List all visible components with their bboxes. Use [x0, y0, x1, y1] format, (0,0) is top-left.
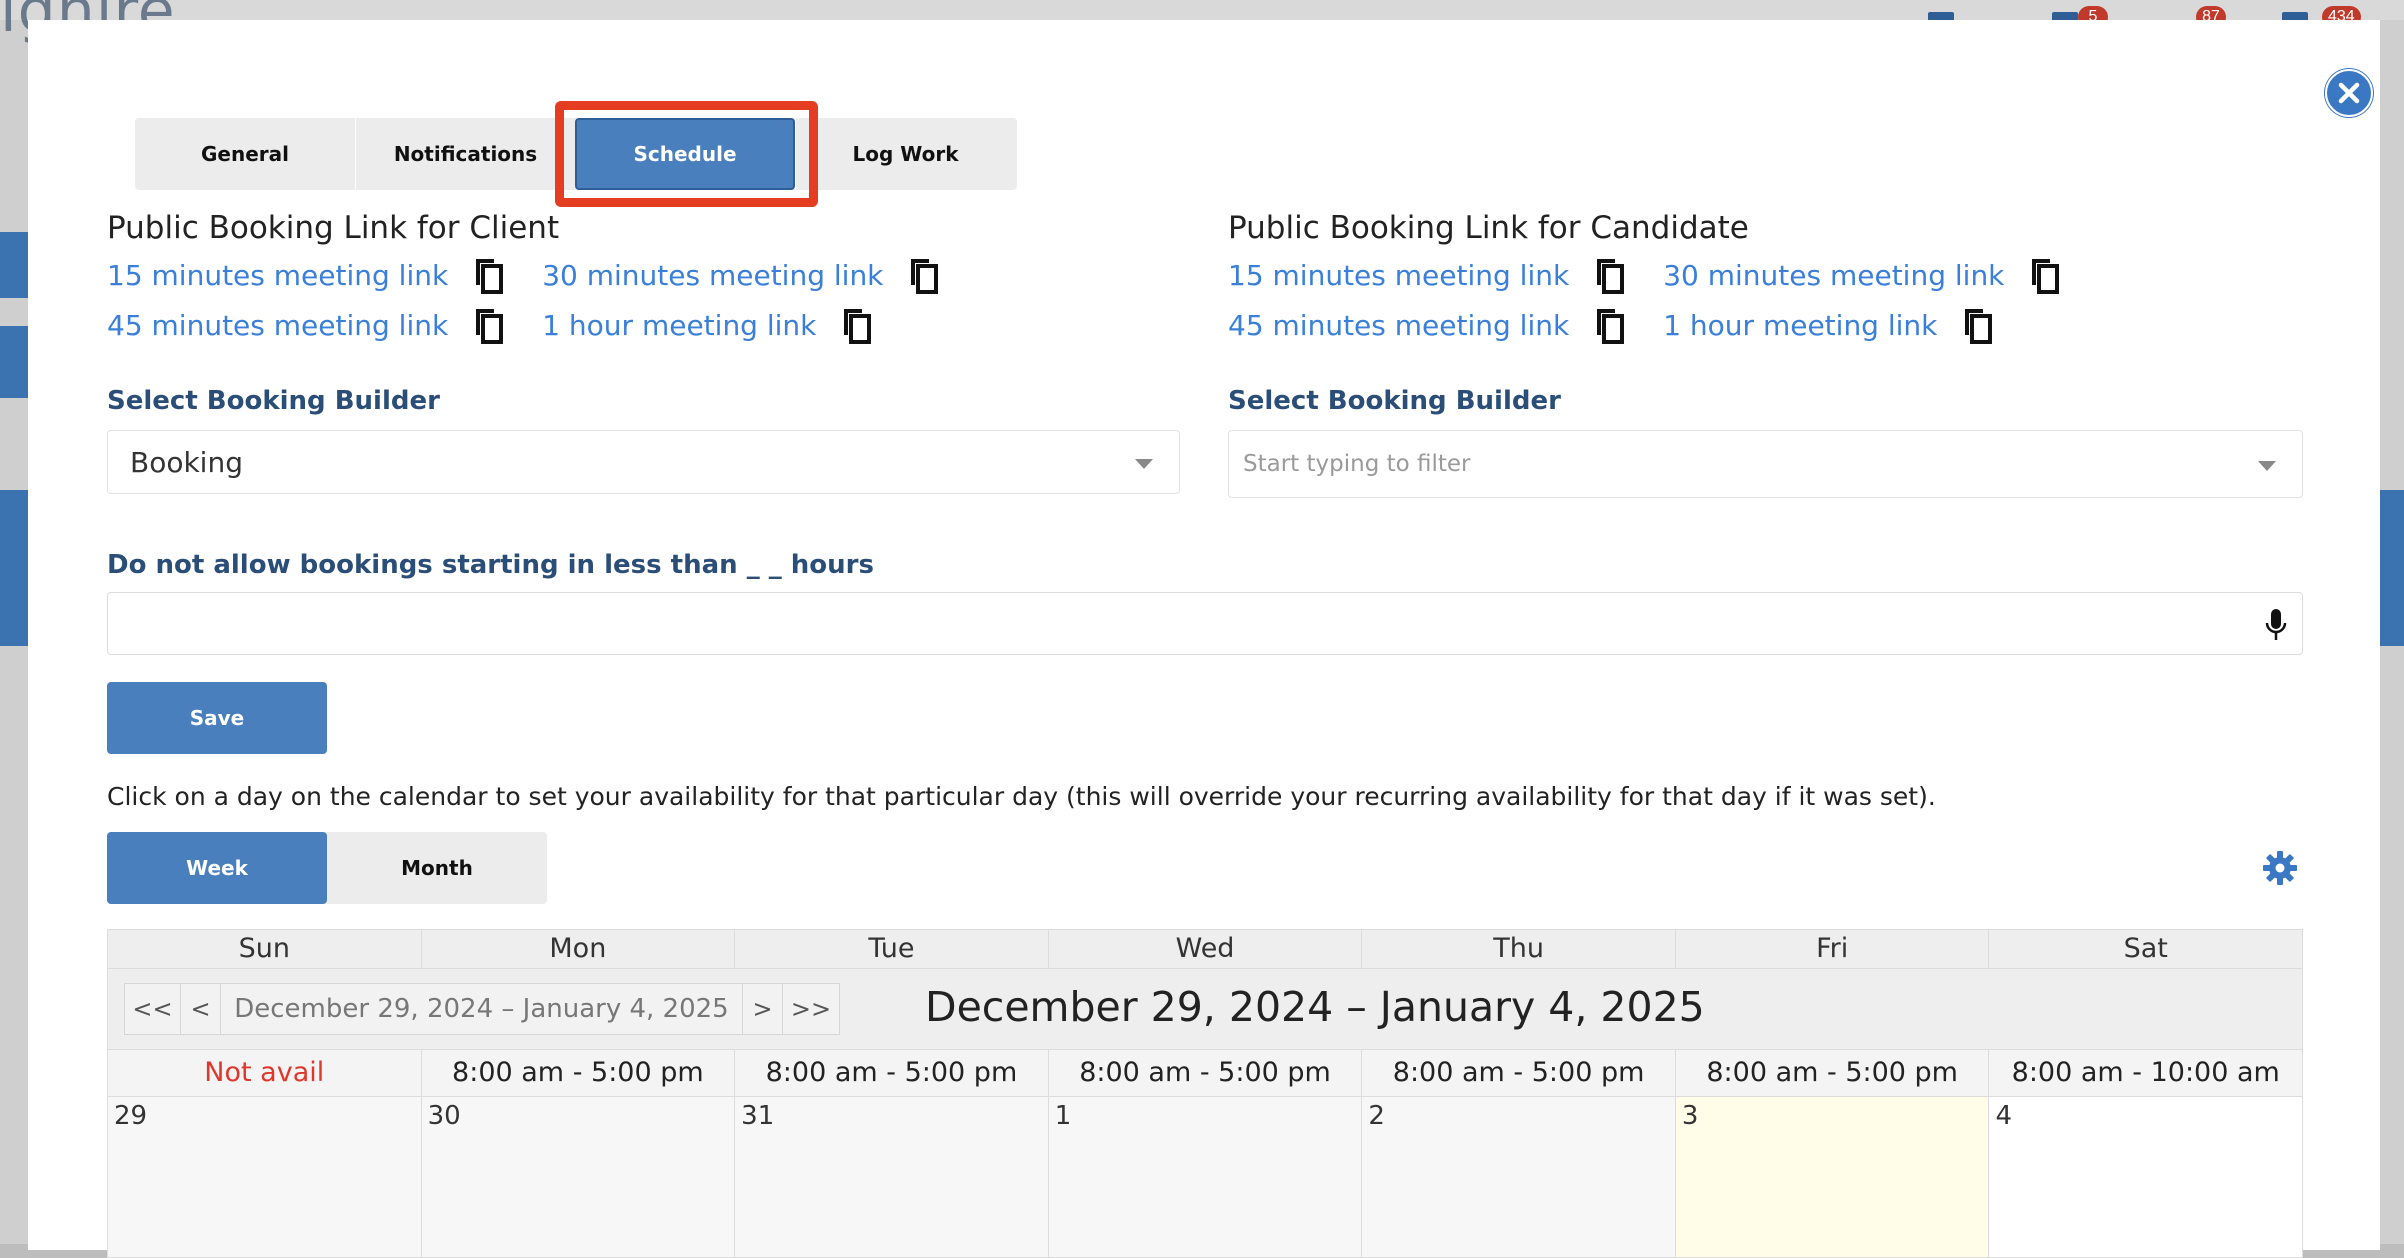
client-builder-select[interactable]: Booking	[107, 430, 1180, 494]
settings-tabs: General Notifications Schedule Log Work	[135, 118, 1017, 190]
weekday-thu: Thu	[1362, 930, 1676, 968]
close-icon	[2325, 69, 2373, 117]
copy-icon[interactable]	[838, 305, 874, 345]
day-number: 29	[114, 1101, 148, 1131]
availability-tue: 8:00 am - 5:00 pm	[735, 1050, 1049, 1096]
client-30-min-link[interactable]: 30 minutes meeting link	[542, 259, 883, 292]
background-sidebar-item	[0, 232, 28, 298]
calendar-instruction: Click on a day on the calendar to set yo…	[107, 782, 1936, 811]
tab-schedule[interactable]: Schedule	[575, 118, 795, 190]
copy-icon[interactable]	[2026, 255, 2062, 295]
calendar-day-cell[interactable]: 4	[1989, 1097, 2303, 1257]
weekday-sat: Sat	[2123, 933, 2168, 964]
calendar-nav-controls: << < December 29, 2024 – January 4, 2025…	[124, 983, 840, 1035]
client-1-hour-link[interactable]: 1 hour meeting link	[542, 309, 816, 342]
calendar-day-cell[interactable]: 31	[735, 1097, 1049, 1257]
previous-week-button[interactable]: <	[181, 984, 221, 1034]
gear-icon[interactable]	[2262, 850, 2298, 886]
calendar-view-toggle: Week Month	[107, 832, 547, 904]
close-button[interactable]	[2324, 68, 2374, 118]
candidate-1-hour-link[interactable]: 1 hour meeting link	[1663, 309, 1937, 342]
calendar-day-cell[interactable]: 30	[421, 1097, 736, 1257]
last-period-button[interactable]: >>	[783, 984, 839, 1034]
candidate-builder-label: Select Booking Builder	[1228, 386, 1561, 416]
background-banner	[0, 490, 28, 646]
weekday-wed: Wed	[1049, 930, 1363, 968]
background-banner-right	[2378, 490, 2404, 646]
calendar-day-cell[interactable]: 2	[1362, 1097, 1676, 1257]
day-number: 1	[1054, 1101, 1072, 1131]
candidate-45-min-link[interactable]: 45 minutes meeting link	[1228, 309, 1569, 342]
first-period-button[interactable]: <<	[125, 984, 181, 1034]
candidate-links-title: Public Booking Link for Candidate	[1228, 210, 1749, 246]
tab-general[interactable]: General	[135, 118, 355, 190]
caret-down-icon	[1135, 459, 1153, 469]
availability-sun: Not avail	[108, 1050, 422, 1096]
day-number: 30	[427, 1101, 461, 1131]
calendar-navigation: << < December 29, 2024 – January 4, 2025…	[108, 969, 2302, 1050]
calendar-title: December 29, 2024 – January 4, 2025	[925, 983, 1705, 1031]
tab-notifications[interactable]: Notifications	[355, 118, 575, 190]
copy-icon[interactable]	[905, 255, 941, 295]
availability-row: Not avail 8:00 am - 5:00 pm 8:00 am - 5:…	[108, 1050, 2302, 1097]
client-45-min-link[interactable]: 45 minutes meeting link	[107, 309, 448, 342]
copy-icon[interactable]	[470, 255, 506, 295]
client-links-title: Public Booking Link for Client	[107, 210, 560, 246]
day-number: 4	[1995, 1101, 2013, 1131]
candidate-15-min-link[interactable]: 15 minutes meeting link	[1228, 259, 1569, 292]
day-number: 31	[741, 1101, 775, 1131]
availability-fri: 8:00 am - 5:00 pm	[1676, 1050, 1990, 1096]
calendar-day-cell[interactable]: 1	[1048, 1097, 1363, 1257]
weekday-fri: Fri	[1676, 930, 1990, 968]
weekday-header: Sun Mon Tue Wed Thu Fri Sat	[108, 930, 2302, 969]
date-range-display: December 29, 2024 – January 4, 2025	[221, 984, 743, 1034]
copy-icon[interactable]	[1959, 305, 1995, 345]
save-button[interactable]: Save	[107, 682, 327, 754]
client-booking-links: Public Booking Link for Client 15 minute…	[107, 210, 977, 350]
candidate-booking-links: Public Booking Link for Candidate 15 min…	[1228, 210, 2098, 350]
availability-wed: 8:00 am - 5:00 pm	[1049, 1050, 1363, 1096]
availability-sat: 8:00 am - 10:00 am	[2011, 1057, 2280, 1088]
min-hours-input[interactable]	[107, 592, 2303, 655]
availability-thu: 8:00 am - 5:00 pm	[1362, 1050, 1676, 1096]
caret-down-icon	[2258, 461, 2276, 471]
month-view-button[interactable]: Month	[327, 832, 547, 904]
calendar-day-cell-today[interactable]: 3	[1675, 1097, 1990, 1257]
background-sidebar-item	[0, 326, 28, 398]
microphone-icon[interactable]	[2264, 607, 2288, 643]
availability-calendar: Sun Mon Tue Wed Thu Fri Sat << < Decembe…	[107, 929, 2303, 1258]
calendar-day-cell[interactable]: 29	[108, 1097, 422, 1257]
candidate-builder-select[interactable]: Start typing to filter	[1228, 430, 2303, 498]
background-topbar	[0, 0, 2404, 20]
week-view-button[interactable]: Week	[107, 832, 327, 904]
calendar-days-row: 29 30 31 1 2 3 4	[108, 1097, 2303, 1257]
min-hours-label: Do not allow bookings starting in less t…	[107, 550, 874, 580]
day-number: 3	[1681, 1101, 1699, 1131]
weekday-sun: Sun	[108, 930, 422, 968]
client-builder-label: Select Booking Builder	[107, 386, 440, 416]
settings-modal: General Notifications Schedule Log Work …	[28, 20, 2380, 1258]
candidate-builder-placeholder: Start typing to filter	[1243, 451, 1471, 477]
next-week-button[interactable]: >	[743, 984, 783, 1034]
client-builder-value: Booking	[130, 445, 243, 479]
copy-icon[interactable]	[1591, 305, 1627, 345]
tab-log-work[interactable]: Log Work	[795, 118, 1015, 190]
candidate-30-min-link[interactable]: 30 minutes meeting link	[1663, 259, 2004, 292]
client-15-min-link[interactable]: 15 minutes meeting link	[107, 259, 448, 292]
availability-mon: 8:00 am - 5:00 pm	[422, 1050, 736, 1096]
copy-icon[interactable]	[1591, 255, 1627, 295]
weekday-tue: Tue	[735, 930, 1049, 968]
weekday-mon: Mon	[422, 930, 736, 968]
copy-icon[interactable]	[470, 305, 506, 345]
day-number: 2	[1368, 1101, 1385, 1131]
